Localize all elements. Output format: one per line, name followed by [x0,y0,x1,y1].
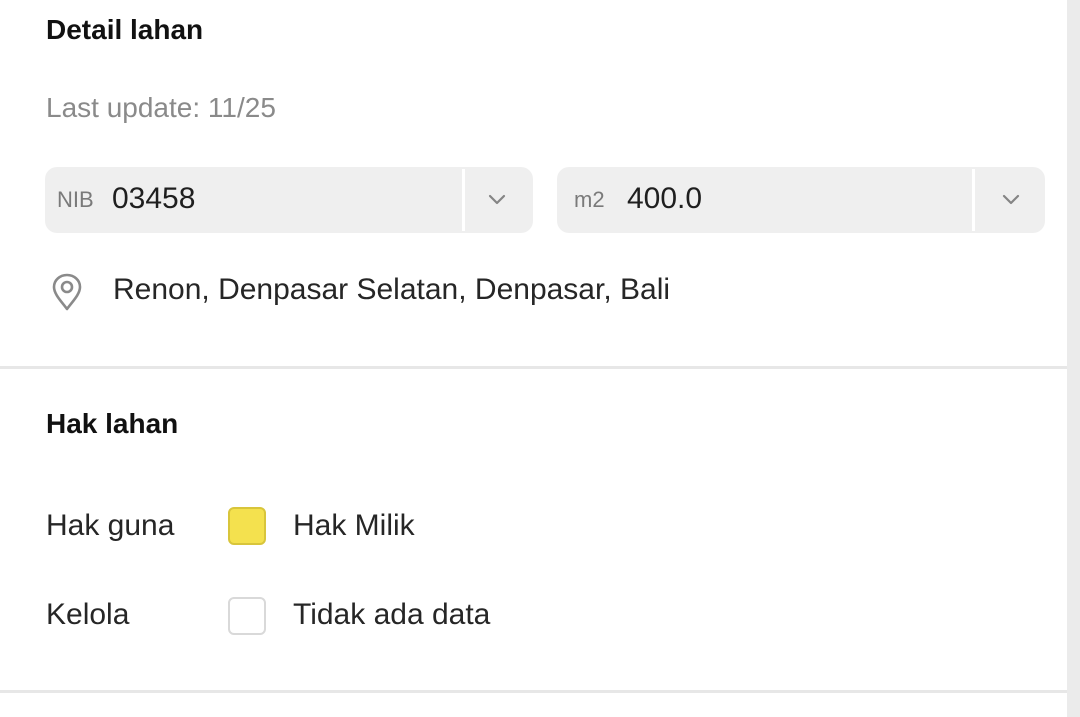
kelola-label: Kelola [46,598,130,631]
last-update-text: Last update: 11/25 [46,92,276,123]
detail-lahan-title: Detail lahan [46,14,204,45]
kelola-value: Tidak ada data [293,598,491,631]
area-select[interactable]: m2 400.0 [557,167,1045,233]
chevron-down-icon[interactable] [487,192,507,206]
land-detail-panel: Detail lahan Last update: 11/25 NIB 0345… [0,0,1067,717]
kelola-color-swatch [228,597,266,635]
nib-value: 03458 [112,182,196,215]
bottom-divider [0,690,1067,693]
hak-guna-color-swatch [228,507,266,545]
hak-guna-value: Hak Milik [293,509,415,542]
nib-select[interactable]: NIB 03458 [45,167,533,233]
select-divider [972,169,975,231]
area-value: 400.0 [627,182,703,215]
select-divider [462,169,465,231]
nib-prefix: NIB [57,187,94,212]
area-unit-prefix: m2 [574,187,605,212]
section-divider [0,366,1067,369]
location-text: Renon, Denpasar Selatan, Denpasar, Bali [113,273,671,306]
hak-guna-label: Hak guna [46,509,175,542]
chevron-down-icon[interactable] [1001,192,1021,206]
panel-edge [1067,0,1080,717]
hak-lahan-title: Hak lahan [46,408,179,439]
location-pin-icon [52,273,82,311]
